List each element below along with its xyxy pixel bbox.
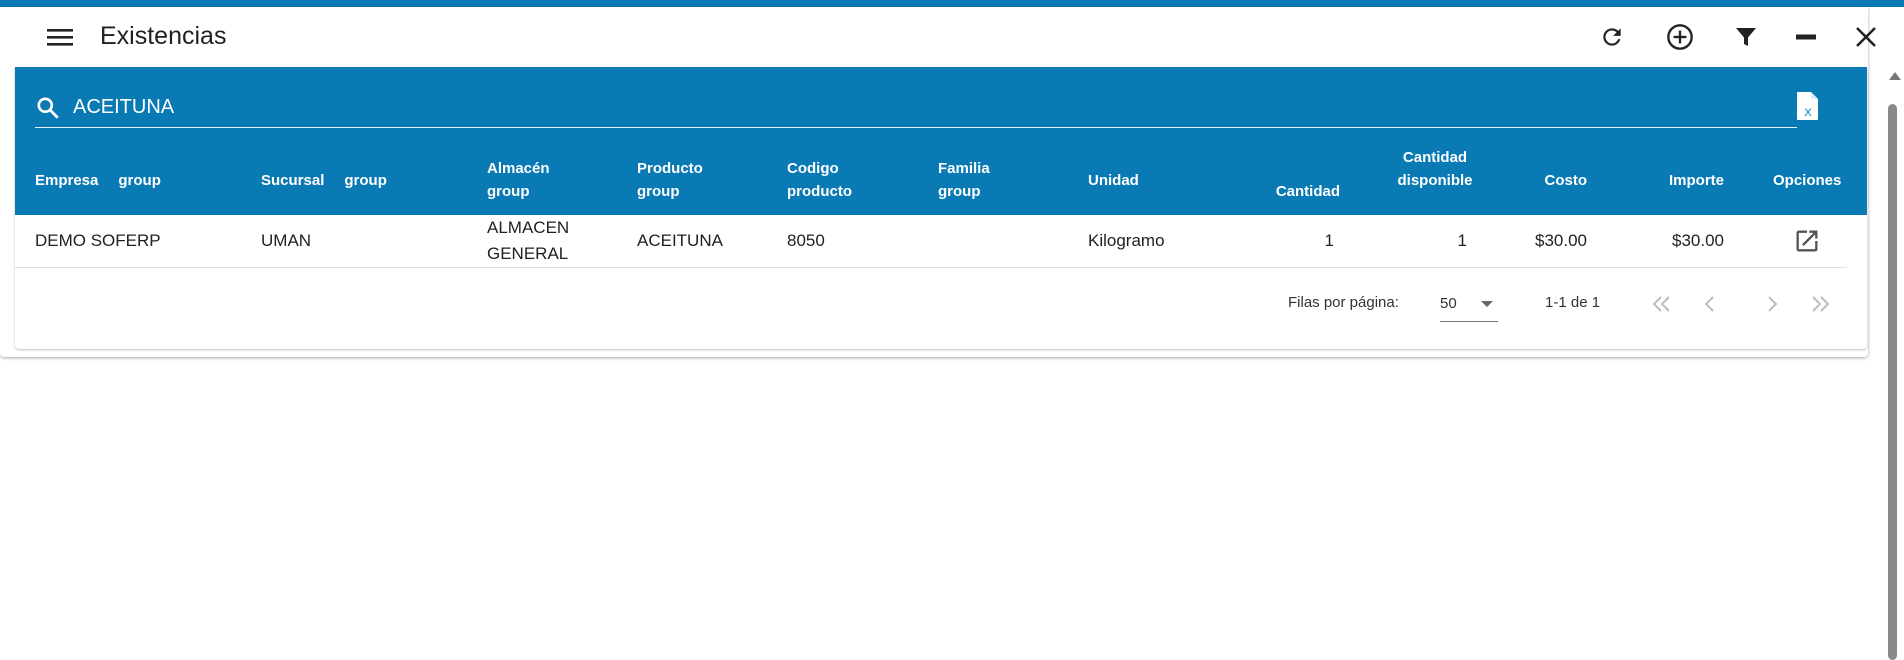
cell-cantidad-disponible: 1 <box>1457 231 1467 250</box>
cell-cantidad: 1 <box>1324 231 1334 250</box>
menu-icon[interactable] <box>42 19 78 55</box>
rows-per-page-value: 50 <box>1440 295 1457 312</box>
cell-unidad: Kilogramo <box>1088 231 1165 250</box>
cell-codigo: 8050 <box>787 231 825 250</box>
page-title: Existencias <box>100 22 227 50</box>
minimize-icon[interactable] <box>1788 19 1824 55</box>
header-producto[interactable]: Producto group <box>637 157 703 203</box>
header-empresa[interactable]: Empresa group <box>35 169 161 192</box>
table-row[interactable]: DEMO SOFERP UMAN ALMACEN GENERAL ACEITUNA… <box>15 215 1847 268</box>
chevron-down-icon <box>1481 301 1493 307</box>
cell-empresa: DEMO SOFERP <box>35 231 161 250</box>
next-page-icon[interactable] <box>1759 291 1785 317</box>
vertical-scrollbar[interactable] <box>1884 68 1904 660</box>
header-cantidad[interactable]: Cantidad <box>1245 180 1340 203</box>
cell-almacen: ALMACEN GENERAL <box>487 218 570 263</box>
search-field[interactable] <box>35 87 1797 128</box>
header-cantidad-disponible[interactable]: Cantidad disponible <box>1375 146 1495 192</box>
excel-file-icon[interactable]: X <box>1795 91 1821 126</box>
header-almacen[interactable]: Almacén group <box>487 157 550 203</box>
title-bar: Existencias <box>0 7 1876 67</box>
svg-text:X: X <box>1804 107 1812 119</box>
pagination-bar: Filas por página: 50 1-1 de 1 <box>15 267 1867 349</box>
search-icon <box>35 95 61 126</box>
table-header-band: X Empresagroup Sucursalgroup Almacéngrou… <box>15 67 1867 215</box>
cell-sucursal: UMAN <box>261 231 312 250</box>
previous-page-icon[interactable] <box>1697 291 1723 317</box>
stock-table-panel: X Empresagroup Sucursalgroup Almacéngrou… <box>15 67 1867 349</box>
search-input[interactable] <box>71 91 1775 123</box>
header-familia[interactable]: Familia group <box>938 157 990 203</box>
add-circle-icon[interactable] <box>1662 19 1698 55</box>
page-range: 1-1 de 1 <box>1545 294 1601 311</box>
rows-per-page-select[interactable]: 50 <box>1440 287 1498 322</box>
rows-per-page-label: Filas por página: <box>1288 294 1399 311</box>
cell-producto: ACEITUNA <box>637 231 723 250</box>
refresh-icon[interactable] <box>1594 19 1630 55</box>
header-importe[interactable]: Importe <box>1615 169 1724 192</box>
header-opciones: Opciones <box>1773 172 1842 189</box>
close-icon[interactable] <box>1848 19 1884 55</box>
filter-icon[interactable] <box>1728 19 1764 55</box>
open-in-new-icon[interactable] <box>1793 227 1821 255</box>
header-sucursal[interactable]: Sucursal group <box>261 169 387 192</box>
cell-importe: $30.00 <box>1672 231 1724 250</box>
existencias-window: Existencias X Empresa <box>0 7 1876 357</box>
top-accent-bar <box>0 0 1904 7</box>
last-page-icon[interactable] <box>1807 291 1833 317</box>
header-costo[interactable]: Costo <box>1495 169 1588 192</box>
cell-costo: $30.00 <box>1535 231 1587 250</box>
scroll-thumb[interactable] <box>1888 104 1897 660</box>
first-page-icon[interactable] <box>1649 291 1675 317</box>
header-unidad[interactable]: Unidad <box>1088 169 1139 192</box>
scroll-up-icon[interactable] <box>1889 72 1901 80</box>
header-codigo-producto[interactable]: Codigo producto <box>787 157 852 203</box>
